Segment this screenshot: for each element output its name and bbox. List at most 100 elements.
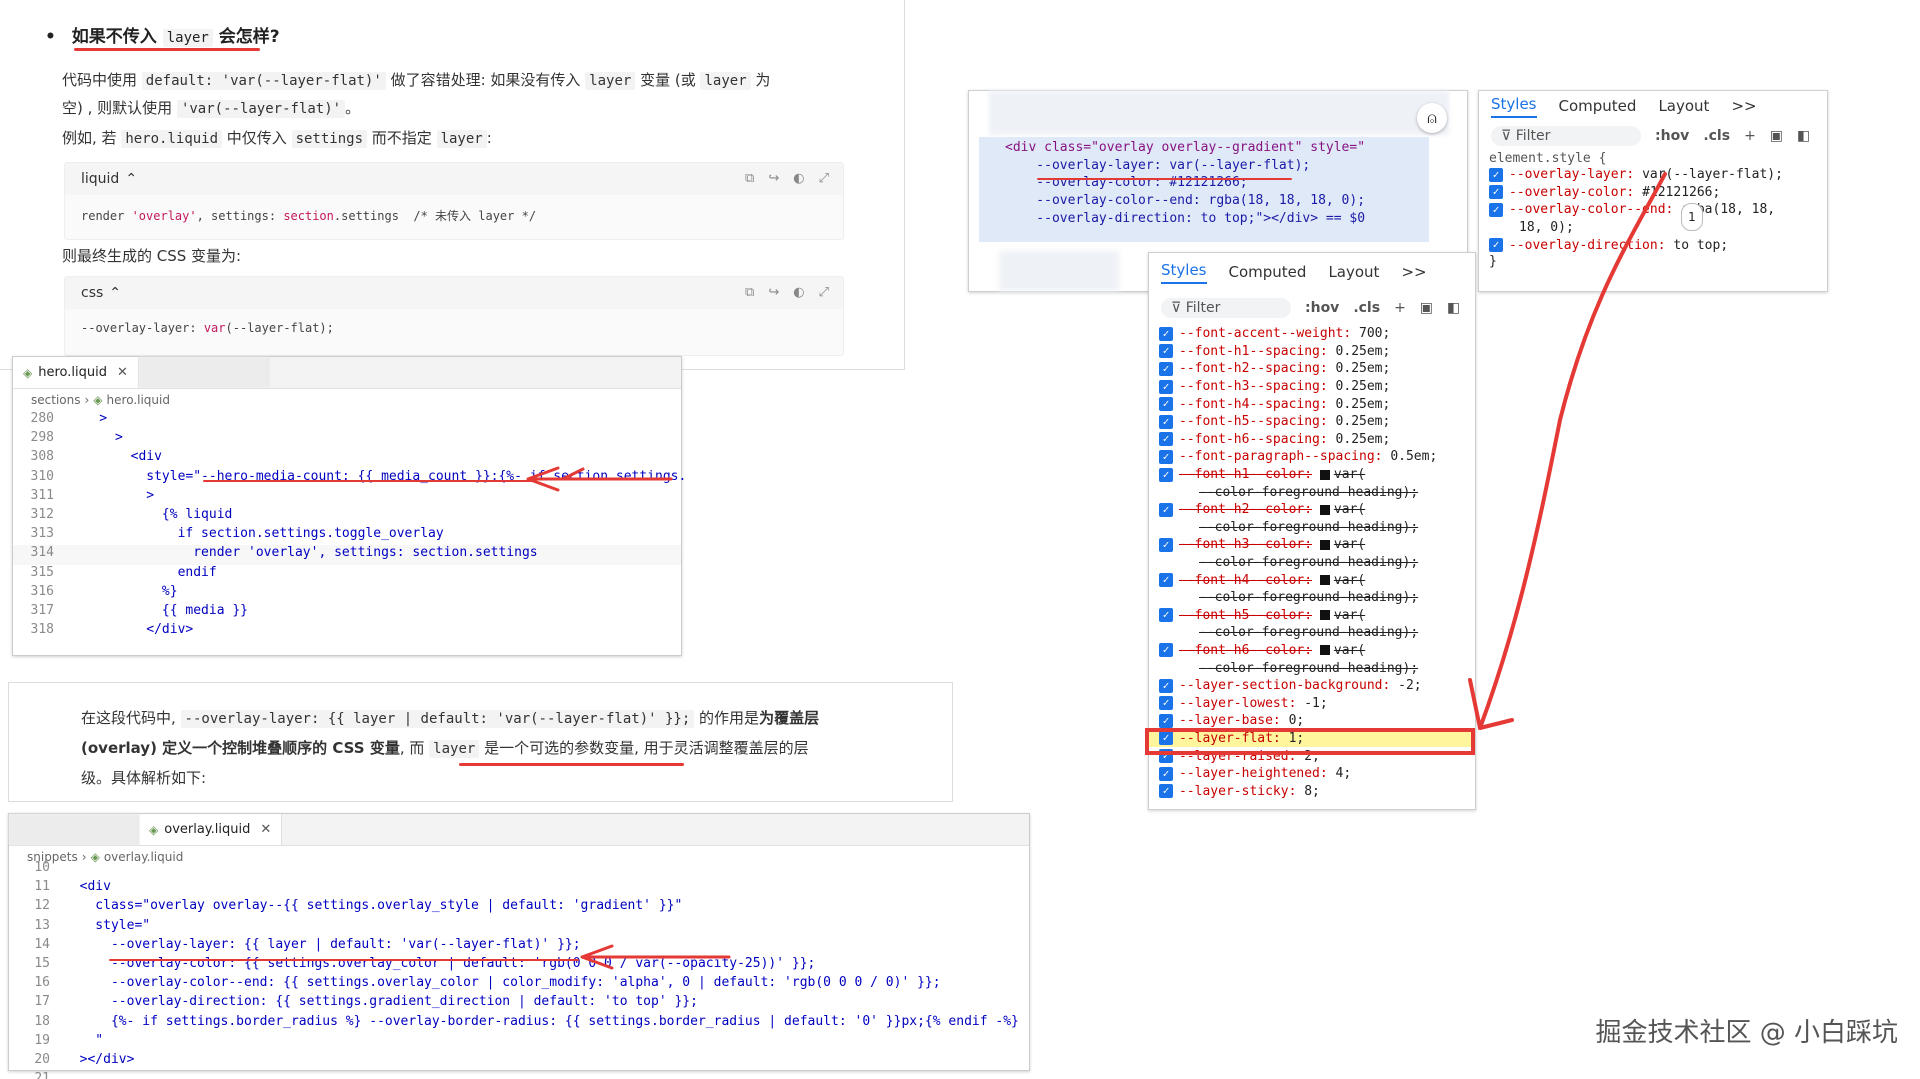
- property-name[interactable]: --font-h4--spacing:: [1179, 397, 1328, 412]
- code-lang-label[interactable]: liquid: [81, 171, 119, 187]
- property-name[interactable]: --font-h2--spacing:: [1179, 361, 1328, 376]
- line-code[interactable]: {{ media }}: [68, 603, 248, 622]
- code-line[interactable]: 317 {{ media }}: [13, 603, 681, 622]
- tab-computed[interactable]: Computed: [1229, 263, 1307, 281]
- property-name[interactable]: --font-h6--color:: [1179, 643, 1312, 658]
- style-property[interactable]: ✓ --layer-lowest: -1;: [1149, 694, 1475, 712]
- color-swatch-icon[interactable]: [1319, 469, 1330, 480]
- sidebar-toggle-icon[interactable]: ◧: [1447, 300, 1460, 316]
- property-value[interactable]: 8;: [1304, 784, 1320, 799]
- checkbox[interactable]: ✓: [1159, 643, 1173, 658]
- breadcrumb-folder[interactable]: sections: [31, 393, 80, 407]
- property-value[interactable]: 0.25em;: [1336, 397, 1391, 412]
- code-line[interactable]: 16 --overlay-color--end: {{ settings.ove…: [9, 975, 1029, 994]
- tab-overlay-liquid[interactable]: ◈ overlay.liquid ✕: [139, 814, 283, 845]
- line-code[interactable]: if section.settings.toggle_overlay: [68, 526, 444, 545]
- filter-input[interactable]: ⊽ Filter: [1161, 298, 1291, 318]
- style-property[interactable]: --color-foreground-heading);: [1149, 554, 1475, 572]
- code-line[interactable]: 12 class="overlay overlay--{{ settings.o…: [9, 898, 1029, 917]
- hov-toggle[interactable]: :hov: [1305, 300, 1339, 316]
- checkbox[interactable]: ✓: [1159, 361, 1173, 376]
- chevron-up-icon[interactable]: ⌃: [109, 285, 121, 301]
- property-name[interactable]: --font-paragraph--spacing:: [1179, 449, 1383, 464]
- line-code[interactable]: ></div>: [64, 1052, 135, 1071]
- style-property[interactable]: ✓ --font-h5--color: var(: [1149, 607, 1475, 625]
- code-line[interactable]: 21: [9, 1071, 1029, 1079]
- sidebar-toggle-icon[interactable]: ◧: [1797, 128, 1810, 144]
- code-line[interactable]: 316 %}: [13, 584, 681, 603]
- dom-line[interactable]: --overlay-direction: to top;"></div> == …: [1005, 209, 1365, 227]
- share-icon[interactable]: ↪: [768, 285, 779, 300]
- share-icon[interactable]: ↪: [768, 171, 779, 186]
- checkbox[interactable]: ✓: [1159, 784, 1173, 799]
- expand-icon[interactable]: ⤢: [819, 285, 829, 300]
- add-rule-icon[interactable]: +: [1394, 300, 1406, 316]
- cls-toggle[interactable]: .cls: [1353, 300, 1380, 316]
- property-value[interactable]: --color-foreground-heading);: [1199, 590, 1418, 605]
- tab-layout[interactable]: Layout: [1328, 263, 1379, 281]
- code-lines[interactable]: 280 >298 >308 <div 310 style="--hero-medi…: [13, 411, 686, 641]
- checkbox[interactable]: ✓: [1159, 713, 1173, 728]
- style-property[interactable]: ✓ --font-h4--spacing: 0.25em;: [1149, 395, 1475, 413]
- style-property[interactable]: ✓ --layer-sticky: 8;: [1149, 782, 1475, 800]
- code-line[interactable]: 315 endif: [13, 565, 681, 584]
- property-value[interactable]: var(: [1334, 573, 1365, 588]
- checkbox[interactable]: ✓: [1159, 696, 1173, 711]
- line-code[interactable]: {% liquid: [68, 507, 232, 526]
- dom-line[interactable]: --overlay-color: #12121266;: [1005, 174, 1365, 192]
- checkbox[interactable]: ✓: [1159, 432, 1173, 447]
- property-value[interactable]: 0;: [1289, 713, 1305, 728]
- property-value[interactable]: 0.25em;: [1336, 379, 1391, 394]
- code-line[interactable]: 14 --overlay-layer: {{ layer | default: …: [9, 937, 1029, 956]
- checkbox[interactable]: ✓: [1159, 573, 1173, 588]
- property-value[interactable]: 0.25em;: [1336, 414, 1391, 429]
- add-rule-icon[interactable]: +: [1744, 128, 1756, 144]
- close-icon[interactable]: ✕: [117, 365, 128, 380]
- line-code[interactable]: ": [64, 1033, 103, 1052]
- line-code[interactable]: --overlay-color--end: {{ settings.overla…: [64, 975, 941, 994]
- property-value[interactable]: -1;: [1304, 696, 1327, 711]
- style-property[interactable]: --color-foreground-heading);: [1149, 589, 1475, 607]
- property-value[interactable]: 700;: [1359, 326, 1390, 341]
- tab-blurred[interactable]: x: [9, 814, 139, 845]
- property-name[interactable]: --font-h1--spacing:: [1179, 344, 1328, 359]
- property-value[interactable]: -2;: [1398, 678, 1421, 693]
- code-line[interactable]: 11 <div: [9, 879, 1029, 898]
- tab-styles[interactable]: Styles: [1491, 95, 1537, 118]
- property-value[interactable]: --color-foreground-heading);: [1199, 625, 1418, 640]
- property-name[interactable]: --font-h4--color:: [1179, 573, 1312, 588]
- property-value[interactable]: var(: [1334, 537, 1365, 552]
- code-line[interactable]: 280 >: [13, 411, 681, 430]
- property-name[interactable]: --layer-heightened:: [1179, 766, 1328, 781]
- property-name[interactable]: --font-h3--color:: [1179, 537, 1312, 552]
- checkbox[interactable]: ✓: [1159, 537, 1173, 552]
- dom-line[interactable]: --overlay-layer: var(--layer-flat);: [1005, 157, 1365, 175]
- style-property[interactable]: --color-foreground-heading);: [1149, 519, 1475, 537]
- checkbox[interactable]: ✓: [1159, 379, 1173, 394]
- theme-icon[interactable]: ◐: [793, 285, 804, 300]
- tab-[interactable]: >>: [1731, 97, 1756, 115]
- checkbox[interactable]: ✓: [1159, 608, 1173, 623]
- code-line[interactable]: 17 --overlay-direction: {{ settings.grad…: [9, 994, 1029, 1013]
- property-value[interactable]: 0.25em;: [1336, 432, 1391, 447]
- property-value[interactable]: var(: [1334, 467, 1365, 482]
- code-line[interactable]: 18 {%- if settings.border_radius %} --ov…: [9, 1014, 1029, 1033]
- code-lines[interactable]: 10 11 <div 12 class="overlay overlay--{{ s…: [9, 860, 1029, 1079]
- property-name[interactable]: --font-h1--color:: [1179, 467, 1312, 482]
- property-name[interactable]: --font-accent--weight:: [1179, 326, 1351, 341]
- style-property[interactable]: --color-foreground-heading);: [1149, 624, 1475, 642]
- color-swatch-icon[interactable]: [1319, 575, 1330, 586]
- line-code[interactable]: >: [68, 488, 154, 507]
- style-property[interactable]: --color-foreground-heading);: [1149, 483, 1475, 501]
- hov-toggle[interactable]: :hov: [1655, 128, 1689, 144]
- property-value[interactable]: 0.5em;: [1390, 449, 1437, 464]
- style-property[interactable]: ✓ --font-h6--color: var(: [1149, 642, 1475, 660]
- tab-hero-liquid[interactable]: ◈ hero.liquid ✕: [13, 357, 139, 388]
- cls-toggle[interactable]: .cls: [1703, 128, 1730, 144]
- style-property[interactable]: ✓ --font-h3--spacing: 0.25em;: [1149, 378, 1475, 396]
- property-name[interactable]: --font-h5--color:: [1179, 608, 1312, 623]
- line-code[interactable]: endif: [68, 565, 217, 584]
- checkbox[interactable]: ✓: [1159, 449, 1173, 464]
- color-swatch-icon[interactable]: [1319, 645, 1330, 656]
- property-value[interactable]: --color-foreground-heading);: [1199, 485, 1418, 500]
